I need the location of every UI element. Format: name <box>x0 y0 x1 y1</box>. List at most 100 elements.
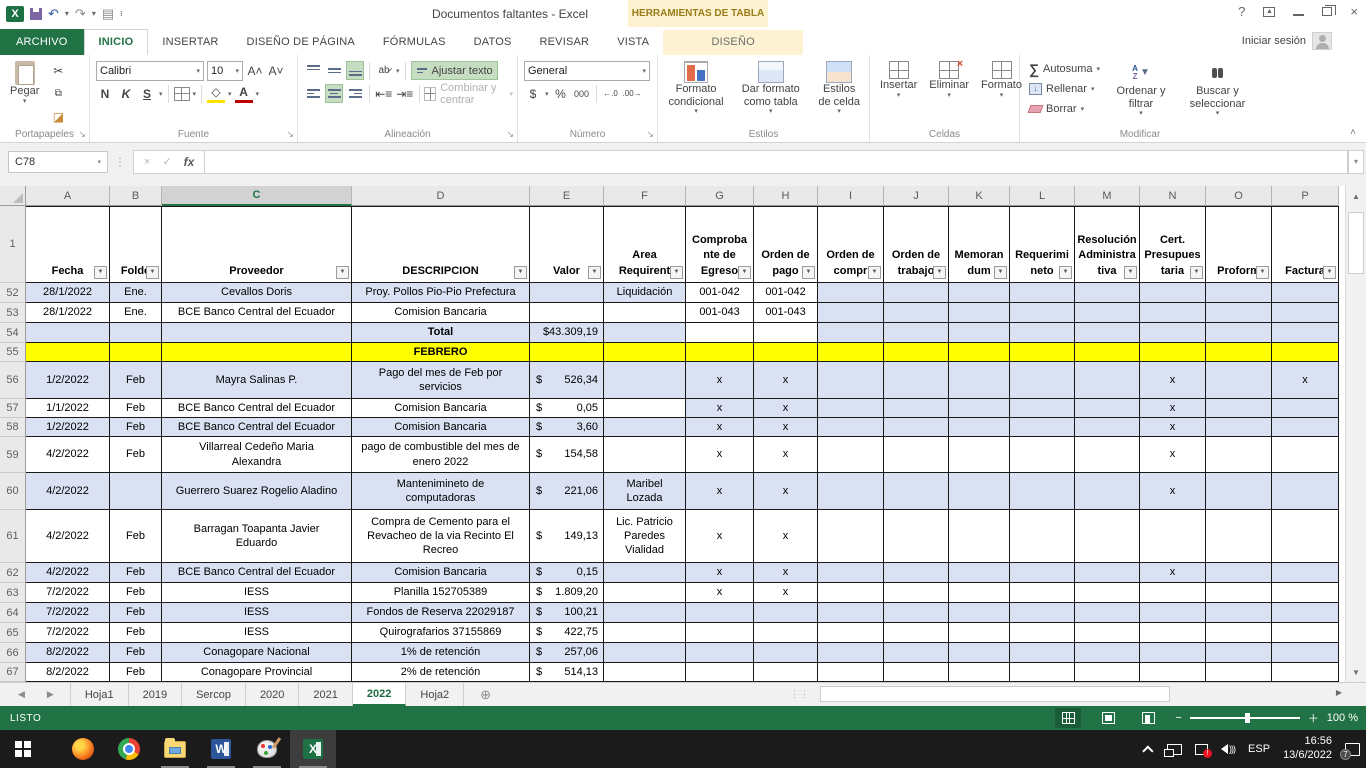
row-header-62[interactable]: 62 <box>0 563 26 583</box>
font-color-icon[interactable]: A <box>235 84 253 103</box>
cell-J67[interactable] <box>884 663 949 682</box>
cell-P62[interactable] <box>1272 563 1339 583</box>
cell-C62[interactable]: BCE Banco Central del Ecuador <box>162 563 352 583</box>
cell-O60[interactable] <box>1206 473 1272 510</box>
cell-M53[interactable] <box>1075 303 1140 323</box>
cell-L52[interactable] <box>1010 283 1075 303</box>
sheet-tab-sercop[interactable]: Sercop <box>182 683 246 706</box>
zoom-out-icon[interactable]: − <box>1175 712 1181 724</box>
cell-J53[interactable] <box>884 303 949 323</box>
redo-caret-icon[interactable]: ▾ <box>92 9 96 18</box>
cell-L60[interactable] <box>1010 473 1075 510</box>
cell-P53[interactable] <box>1272 303 1339 323</box>
cell-N1[interactable]: Cert. Presupues taria▼ <box>1140 206 1206 283</box>
column-header-M[interactable]: M <box>1075 186 1140 206</box>
cell-B64[interactable]: Feb <box>110 603 162 623</box>
insert-cells-button[interactable]: Insertar▾ <box>876 59 921 125</box>
cell-A55[interactable] <box>26 343 110 362</box>
close-button[interactable]: × <box>1350 4 1358 19</box>
taskbar-firefox[interactable] <box>60 730 106 768</box>
cell-D62[interactable]: Comision Bancaria <box>352 563 530 583</box>
row-header-52[interactable]: 52 <box>0 283 26 303</box>
cell-C52[interactable]: Cevallos Doris <box>162 283 352 303</box>
cell-F58[interactable] <box>604 418 686 437</box>
column-header-C[interactable]: C <box>162 186 352 206</box>
align-middle-icon[interactable] <box>325 61 343 80</box>
cell-H64[interactable] <box>754 603 818 623</box>
sheet-tab-2022[interactable]: 2022 <box>353 683 406 706</box>
cell-D59[interactable]: pago de combustible del mes de enero 202… <box>352 437 530 473</box>
cell-O64[interactable] <box>1206 603 1272 623</box>
cell-B62[interactable]: Feb <box>110 563 162 583</box>
zoom-in-icon[interactable]: ＋ <box>1308 710 1319 726</box>
cell-A59[interactable]: 4/2/2022 <box>26 437 110 473</box>
cell-M66[interactable] <box>1075 643 1140 663</box>
cell-B55[interactable] <box>110 343 162 362</box>
zoom-slider-thumb[interactable] <box>1245 713 1250 723</box>
row-header-60[interactable]: 60 <box>0 473 26 510</box>
cell-H54[interactable] <box>754 323 818 343</box>
cell-L57[interactable] <box>1010 399 1075 418</box>
cell-E1[interactable]: Valor▼ <box>530 206 604 283</box>
sign-in[interactable]: Iniciar sesión <box>1242 32 1332 50</box>
network-icon[interactable] <box>1167 744 1182 755</box>
filter-button-H[interactable]: ▼ <box>802 266 815 279</box>
cell-M54[interactable] <box>1075 323 1140 343</box>
ribbon-options-button[interactable]: ▲ <box>1263 7 1275 17</box>
cell-F53[interactable] <box>604 303 686 323</box>
row-header-57[interactable]: 57 <box>0 399 26 418</box>
cell-D60[interactable]: Mantenimineto de computadoras <box>352 473 530 510</box>
cell-K56[interactable] <box>949 362 1010 399</box>
cell-F64[interactable] <box>604 603 686 623</box>
cell-N65[interactable] <box>1140 623 1206 643</box>
column-header-D[interactable]: D <box>352 186 530 206</box>
cell-I65[interactable] <box>818 623 884 643</box>
cell-E57[interactable]: $0,05 <box>530 399 604 418</box>
cell-E65[interactable]: $422,75 <box>530 623 604 643</box>
cell-G54[interactable] <box>686 323 754 343</box>
vertical-scrollbar[interactable]: ▲ ▼ <box>1345 186 1366 682</box>
cell-J61[interactable] <box>884 510 949 563</box>
cell-K54[interactable] <box>949 323 1010 343</box>
cell-J63[interactable] <box>884 583 949 603</box>
tabbar-resize-handle[interactable]: ⋮⋮ <box>790 689 810 700</box>
column-header-F[interactable]: F <box>604 186 686 206</box>
cell-G58[interactable]: x <box>686 418 754 437</box>
cell-J54[interactable] <box>884 323 949 343</box>
cell-D54[interactable]: Total <box>352 323 530 343</box>
cell-F55[interactable] <box>604 343 686 362</box>
delete-cells-button[interactable]: × Eliminar▾ <box>925 59 973 125</box>
ribbon-tab-dise-o[interactable]: DISEÑO <box>663 30 803 55</box>
column-header-J[interactable]: J <box>884 186 949 206</box>
taskbar-file-explorer[interactable] <box>152 730 198 768</box>
formula-bar-expand-icon[interactable]: ▾ <box>1348 150 1364 174</box>
filter-button-O[interactable]: ▼ <box>1256 266 1269 279</box>
increase-decimal-icon[interactable]: ←.0 <box>602 84 620 103</box>
cell-K65[interactable] <box>949 623 1010 643</box>
cell-K1[interactable]: Memoran dum▼ <box>949 206 1010 283</box>
row-header-54[interactable]: 54 <box>0 323 26 343</box>
cell-N54[interactable] <box>1140 323 1206 343</box>
sheet-tab-2021[interactable]: 2021 <box>299 683 352 706</box>
cell-I60[interactable] <box>818 473 884 510</box>
row-header-63[interactable]: 63 <box>0 583 26 603</box>
cell-P52[interactable] <box>1272 283 1339 303</box>
column-header-H[interactable]: H <box>754 186 818 206</box>
cell-N61[interactable] <box>1140 510 1206 563</box>
cell-C58[interactable]: BCE Banco Central del Ecuador <box>162 418 352 437</box>
qat-customize-icon[interactable]: ᎒ <box>120 8 122 19</box>
cell-A56[interactable]: 1/2/2022 <box>26 362 110 399</box>
restore-button[interactable] <box>1322 7 1332 16</box>
cell-C67[interactable]: Conagopare Provincial <box>162 663 352 682</box>
vertical-scroll-thumb[interactable] <box>1348 212 1364 274</box>
cell-E52[interactable] <box>530 283 604 303</box>
cell-D65[interactable]: Quirografarios 37155869 <box>352 623 530 643</box>
minimize-button[interactable] <box>1293 8 1304 16</box>
cell-G56[interactable]: x <box>686 362 754 399</box>
cell-C1[interactable]: Proveedor▼ <box>162 206 352 283</box>
cell-F60[interactable]: Maribel Lozada <box>604 473 686 510</box>
cell-J1[interactable]: Orden de trabajo▼ <box>884 206 949 283</box>
row-header-53[interactable]: 53 <box>0 303 26 323</box>
cell-D58[interactable]: Comision Bancaria <box>352 418 530 437</box>
cell-A53[interactable]: 28/1/2022 <box>26 303 110 323</box>
